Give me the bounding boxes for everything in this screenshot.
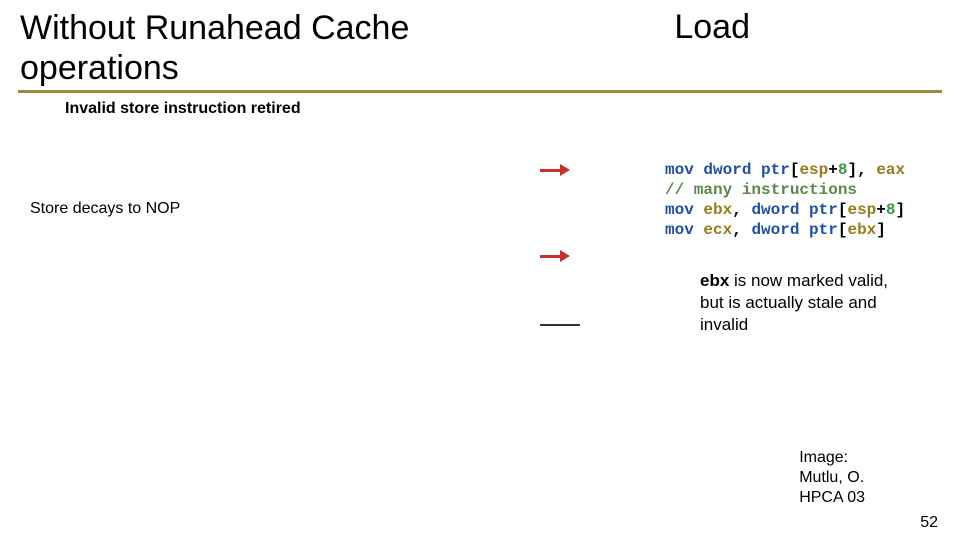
page-number: 52 bbox=[920, 514, 938, 532]
underline-mark bbox=[540, 324, 580, 326]
title-left-line2: operations bbox=[20, 49, 179, 87]
callout-text: ebx is now marked valid, but is actually… bbox=[700, 270, 900, 336]
title-left-line1: Without Runahead Cache bbox=[20, 9, 409, 47]
subtitle: Invalid store instruction retired bbox=[65, 100, 301, 118]
code-block: mov dword ptr[esp+8], eax // many instru… bbox=[665, 160, 905, 240]
image-credit: Image: Mutlu, O. HPCA 03 bbox=[799, 448, 865, 508]
callout-rest: is now marked valid, but is actually sta… bbox=[700, 271, 888, 334]
title-left: Without Runahead Cache operations bbox=[20, 8, 409, 88]
arrow-icon bbox=[540, 165, 570, 175]
callout-reg: ebx bbox=[700, 271, 729, 290]
title-right: Load bbox=[674, 8, 750, 47]
arrow-icon bbox=[540, 251, 570, 261]
store-decays-text: Store decays to NOP bbox=[30, 200, 180, 218]
title-divider bbox=[18, 90, 942, 93]
